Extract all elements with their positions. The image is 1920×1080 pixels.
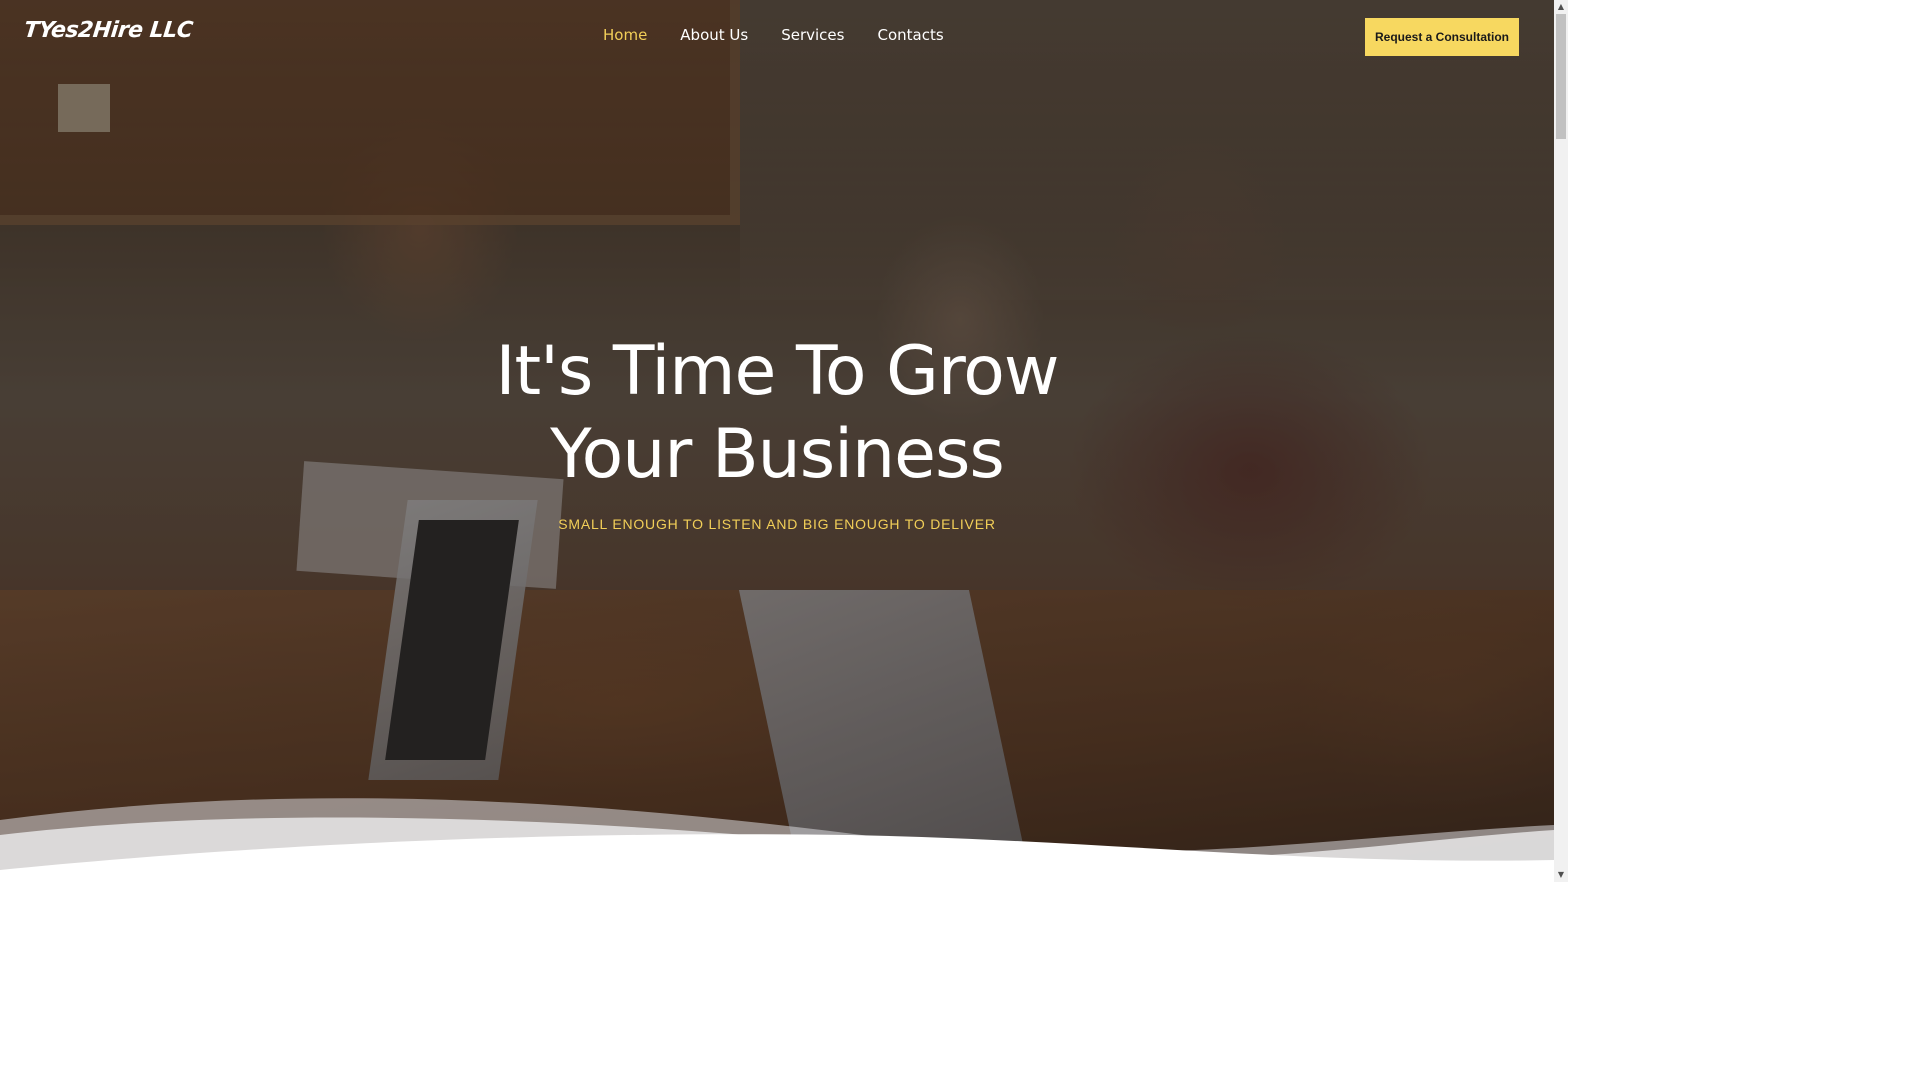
request-consultation-button[interactable]: Request a Consultation bbox=[1365, 18, 1519, 56]
site-logo[interactable]: TYes2Hire LLC bbox=[23, 18, 194, 43]
nav-link-services[interactable]: Services bbox=[781, 26, 844, 44]
nav-link-contacts[interactable]: Contacts bbox=[877, 26, 943, 44]
chevron-down-icon[interactable]: ▼ bbox=[1554, 868, 1568, 882]
scrollbar-thumb[interactable] bbox=[1556, 14, 1566, 139]
hero-title-line-2: Your Business bbox=[550, 415, 1005, 494]
hero-wave-divider bbox=[0, 798, 1554, 882]
hero-text-block: It's Time To Grow Your Business SMALL EN… bbox=[377, 330, 1177, 532]
hero-title: It's Time To Grow Your Business bbox=[377, 330, 1177, 496]
chevron-up-icon[interactable]: ▲ bbox=[1554, 0, 1568, 14]
hero-subtitle: SMALL ENOUGH TO LISTEN AND BIG ENOUGH TO… bbox=[558, 516, 996, 532]
site-header: TYes2Hire LLC Home About Us Services Con… bbox=[0, 0, 1554, 76]
hero-title-line-1: It's Time To Grow bbox=[495, 332, 1059, 411]
nav-link-about-us[interactable]: About Us bbox=[680, 26, 748, 44]
nav-link-home[interactable]: Home bbox=[603, 26, 647, 44]
page-scrollbar[interactable]: ▲ ▼ bbox=[1554, 0, 1568, 882]
main-nav: Home About Us Services Contacts bbox=[603, 26, 944, 44]
page-viewport: It's Time To Grow Your Business SMALL EN… bbox=[0, 0, 1554, 882]
